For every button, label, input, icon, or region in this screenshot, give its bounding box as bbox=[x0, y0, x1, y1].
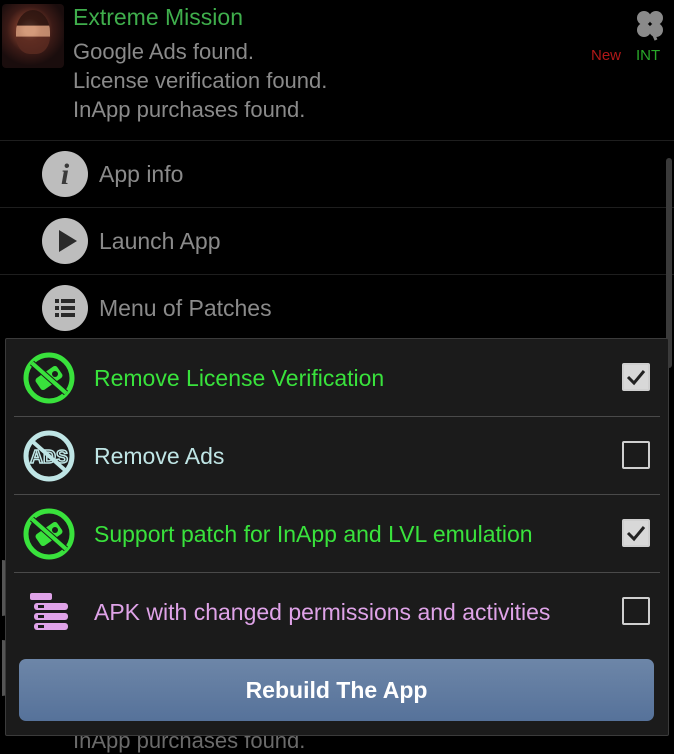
option-label: Remove License Verification bbox=[94, 365, 385, 391]
app-status-license: License verification found. bbox=[73, 68, 328, 93]
new-badge: New bbox=[591, 47, 622, 64]
menu-item-app-info[interactable]: i App info bbox=[0, 140, 674, 207]
checkbox-unchecked[interactable] bbox=[622, 597, 650, 625]
rebuild-app-button[interactable]: Rebuild The App bbox=[19, 659, 654, 721]
scrollbar[interactable] bbox=[666, 158, 672, 368]
menu-item-label: Menu of Patches bbox=[99, 295, 272, 321]
app-status-inapp: InApp purchases found. bbox=[73, 97, 306, 122]
menu-item-launch-app[interactable]: Launch App bbox=[0, 207, 674, 274]
menu-item-label: App info bbox=[99, 161, 184, 187]
info-icon: i bbox=[42, 151, 88, 197]
option-label: APK with changed permissions and activit… bbox=[94, 599, 551, 625]
no-ads-icon: ADS bbox=[23, 430, 75, 482]
list-icon bbox=[42, 285, 88, 331]
no-license-icon bbox=[23, 352, 75, 404]
app-title: Extreme Mission bbox=[73, 4, 243, 30]
app-header: Extreme Mission Google Ads found. Licens… bbox=[0, 0, 674, 138]
menu-item-menu-of-patches[interactable]: Menu of Patches bbox=[0, 274, 674, 341]
option-label: Remove Ads bbox=[94, 443, 225, 469]
menu-item-label: Launch App bbox=[99, 228, 221, 254]
option-apk-changed-permissions[interactable]: APK with changed permissions and activit… bbox=[14, 572, 668, 649]
int-badge: INT bbox=[636, 47, 661, 64]
svg-text:i: i bbox=[61, 158, 70, 191]
play-icon bbox=[42, 218, 88, 264]
app-icon[interactable] bbox=[2, 4, 64, 68]
inapp-lvl-icon bbox=[23, 508, 75, 560]
checkbox-checked[interactable] bbox=[622, 519, 650, 547]
option-remove-license-verification[interactable]: Remove License Verification bbox=[14, 339, 668, 415]
clover-icon bbox=[637, 11, 663, 41]
app-status-ads: Google Ads found. bbox=[73, 39, 255, 64]
option-support-inapp-lvl[interactable]: Support patch for InApp and LVL emulatio… bbox=[14, 494, 668, 571]
option-remove-ads[interactable]: ADS Remove Ads bbox=[14, 416, 668, 493]
permissions-list-icon bbox=[30, 593, 68, 630]
option-label: Support patch for InApp and LVL emulatio… bbox=[94, 521, 533, 547]
checkbox-unchecked[interactable] bbox=[622, 441, 650, 469]
checkbox-checked[interactable] bbox=[622, 363, 650, 391]
